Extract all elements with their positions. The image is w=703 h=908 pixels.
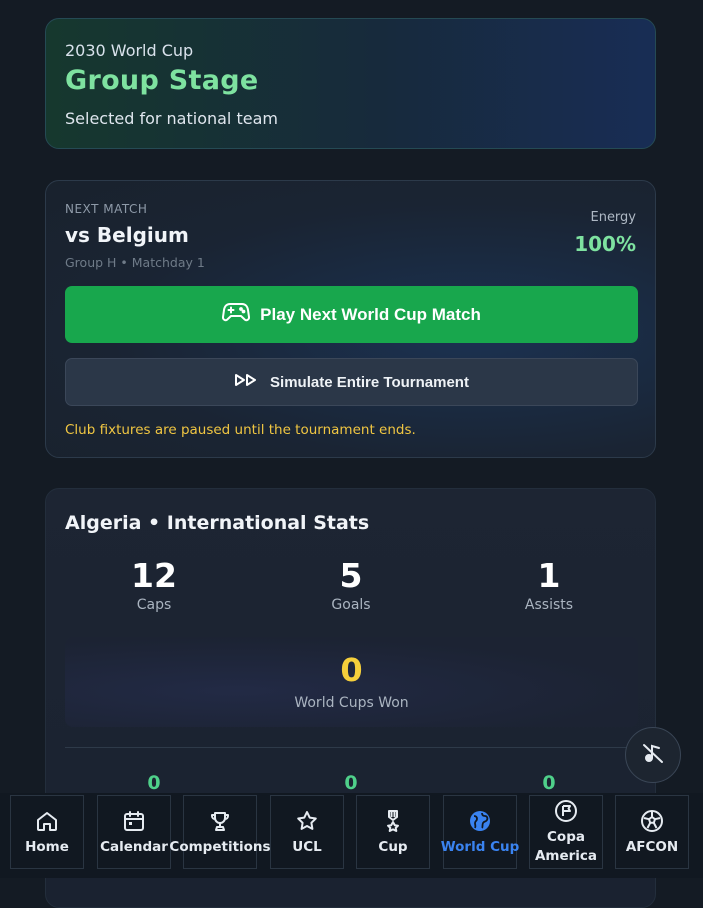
nav-cup-label: Cup <box>378 838 408 855</box>
opponent-name: vs Belgium <box>65 223 189 247</box>
globe-icon <box>468 808 492 834</box>
fast-forward-icon <box>234 373 258 391</box>
caps-value: 12 <box>131 556 177 595</box>
caps-label: Caps <box>136 597 172 613</box>
medal-icon <box>381 808 405 834</box>
nav-home[interactable]: Home <box>10 795 84 869</box>
assists-value: 1 <box>537 556 561 595</box>
nav-calendar-label: Calendar <box>100 838 168 855</box>
ball-icon <box>640 808 664 834</box>
selection-status: Selected for national team <box>65 109 278 128</box>
secondary-stat: 0 <box>344 772 358 794</box>
assists-stat: 1 Assists <box>459 556 639 614</box>
caps-stat: 12 Caps <box>64 556 244 614</box>
nav-world-cup[interactable]: World Cup <box>440 795 520 869</box>
stage-title: Group Stage <box>65 65 259 96</box>
music-toggle-button[interactable] <box>625 727 681 783</box>
play-next-match-button[interactable]: Play Next World Cup Match <box>65 286 638 343</box>
next-match-label: NEXT MATCH <box>65 202 148 216</box>
secondary-stat: 0 <box>147 772 161 794</box>
club-fixtures-note: Club fixtures are paused until the tourn… <box>65 422 416 438</box>
world-cups-won-label: World Cups Won <box>294 695 409 711</box>
star-icon <box>295 808 319 834</box>
goals-stat: 5 Goals <box>261 556 441 614</box>
bottom-navigation: Home Calendar Competitions UCL Cup World… <box>0 793 703 878</box>
world-cups-won-value: 0 <box>340 651 363 689</box>
energy-value: 100% <box>574 232 636 256</box>
goals-value: 5 <box>339 556 363 595</box>
nav-world-cup-label: World Cup <box>440 838 520 855</box>
nav-ucl[interactable]: UCL <box>270 795 344 869</box>
home-icon <box>35 808 59 834</box>
nav-home-label: Home <box>25 838 69 855</box>
nav-competitions[interactable]: Competitions <box>169 795 271 869</box>
next-match-card: NEXT MATCH vs Belgium Group H • Matchday… <box>45 180 656 458</box>
nav-copa-america[interactable]: Copa America <box>529 795 603 869</box>
nav-ucl-label: UCL <box>292 838 322 855</box>
nav-afcon-label: AFCON <box>625 838 679 855</box>
assists-label: Assists <box>524 597 574 613</box>
calendar-icon <box>122 808 146 834</box>
play-next-match-label: Play Next World Cup Match <box>260 304 481 324</box>
world-cups-won-panel: 0 World Cups Won <box>65 637 638 727</box>
energy-label: Energy <box>590 210 636 225</box>
flag-icon <box>554 798 578 824</box>
nav-afcon[interactable]: AFCON <box>615 795 689 869</box>
match-details: Group H • Matchday 1 <box>65 255 205 270</box>
world-cup-status-card: 2030 World Cup Group Stage Selected for … <box>45 18 656 149</box>
nav-copa-america-label: Copa America <box>534 829 598 864</box>
simulate-tournament-button[interactable]: Simulate Entire Tournament <box>65 358 638 406</box>
music-off-icon <box>641 741 665 769</box>
nav-cup[interactable]: Cup <box>356 795 430 869</box>
stats-divider <box>65 747 638 748</box>
trophy-icon <box>208 808 232 834</box>
nav-calendar[interactable]: Calendar <box>97 795 171 869</box>
secondary-stat: 0 <box>542 772 556 794</box>
event-title: 2030 World Cup <box>65 41 194 60</box>
gamepad-icon <box>222 301 251 328</box>
goals-label: Goals <box>331 597 371 613</box>
nav-competitions-label: Competitions <box>169 838 271 855</box>
simulate-tournament-label: Simulate Entire Tournament <box>270 373 469 391</box>
stats-title: Algeria • International Stats <box>65 512 370 534</box>
